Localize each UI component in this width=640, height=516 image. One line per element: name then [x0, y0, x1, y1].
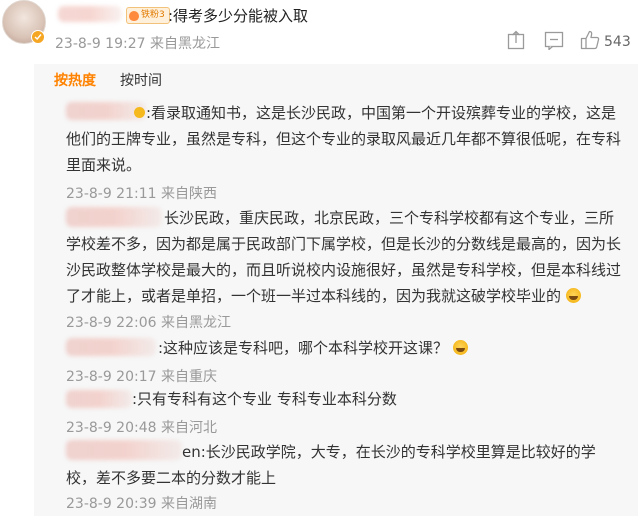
like-count: 543 [604, 34, 631, 50]
list-item: :这种应该是专科吧，哪个本科学校开这课？ [158, 336, 468, 360]
share-icon[interactable] [507, 30, 525, 54]
verified-badge-icon [31, 30, 45, 44]
reply-text-line: :看录取通知书，这是长沙民政，中国第一个开设殡葬专业的学校，这是 [146, 104, 617, 122]
reply-text-line: 他们的王牌专业，虽然是专科，但这个专业的录取风最近几年都不算很低呢，在专科 [66, 130, 622, 148]
list-item: :看录取通知书，这是长沙民政，中国第一个开设殡葬专业的学校，这是 他们的王牌专业… [66, 101, 636, 177]
list-item: 长沙民政，重庆民政，北京民政，三个专科学校都有这个专业，三所 学校差不多，因为都… [66, 206, 636, 308]
reply-text-line: en:长沙民政学院，大专，在长沙的专科学校里算是比较好的学 [182, 443, 596, 461]
reply-meta: 23-8-9 20:17 来自重庆 [66, 369, 217, 385]
fan-level-label: 铁粉3 [141, 10, 165, 20]
reply-text-line: 了才能上，或者是单招，一个班一半过本科线的，因为我就这破学校毕业的 [66, 287, 562, 305]
reply-text-line: 沙民政整体学校是最大的，而且听说校内设施很好，虽然是专科学校，但是本科线过 [66, 261, 622, 279]
username-redacted[interactable] [66, 338, 156, 356]
list-item: en:长沙民政学院，大专，在长沙的专科学校里算是比较好的学 校，差不多要二本的分… [66, 440, 636, 490]
like-icon[interactable] [580, 30, 600, 54]
fan-heart-icon [129, 10, 139, 21]
laugh-emoji-icon [565, 288, 581, 303]
reply-text-line: 长沙民政，重庆民政，北京民政，三个专科学校都有这个专业，三所 [164, 209, 615, 227]
reply-text-line: 学校差不多，因为都是属于民政部门下属学校，但是长沙的分数线是最高的，因为长 [66, 235, 622, 253]
reply-text-line: :只有专科有这个专业 专科专业本科分数 [132, 390, 397, 408]
reply-meta: 23-8-9 20:48 来自河北 [66, 420, 217, 436]
reply-text-line: 校，差不多要二本的分数才能上 [66, 469, 277, 487]
reply-text-line: :这种应该是专科吧，哪个本科学校开这课？ [158, 339, 449, 357]
reply-meta: 23-8-9 20:39 来自湖南 [66, 496, 217, 512]
list-item: :只有专科有这个专业 专科专业本科分数 [132, 387, 397, 411]
username-redacted[interactable] [58, 6, 122, 22]
username-redacted[interactable] [66, 390, 132, 408]
laugh-emoji-icon [452, 340, 468, 355]
main-comment-meta: 23-8-9 19:27 来自黑龙江 [55, 36, 220, 52]
reply-text-line: 里面来说。 [66, 156, 142, 174]
tab-sort-by-time[interactable]: 按时间 [120, 70, 162, 90]
reply-meta: 23-8-9 21:11 来自陕西 [66, 186, 217, 202]
reply-meta: 23-8-9 22:06 来自黑龙江 [66, 315, 231, 331]
tab-sort-by-hot[interactable]: 按热度 [54, 70, 96, 90]
fan-level-badge: 铁粉3 [126, 7, 170, 24]
comment-icon[interactable] [544, 30, 564, 54]
main-comment-text: :得考多少分能被入取 [168, 7, 309, 25]
